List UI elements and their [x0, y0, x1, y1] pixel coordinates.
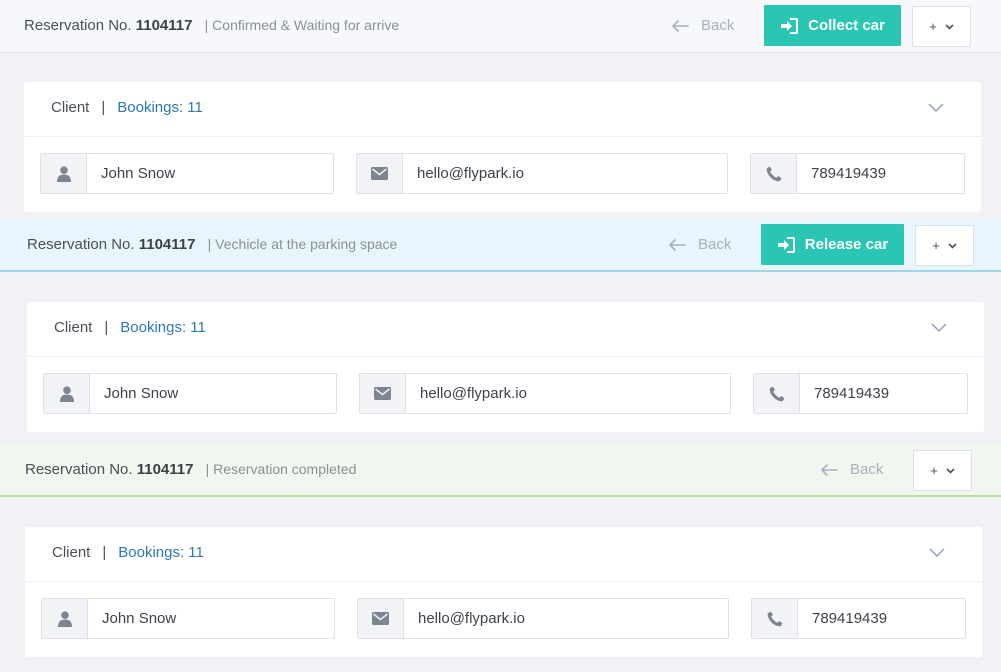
back-label: Back — [698, 236, 732, 253]
user-icon — [41, 154, 87, 193]
back-link[interactable]: Back — [821, 461, 883, 478]
client-card-header: Client | Bookings: 11 — [27, 302, 984, 357]
client-card: Client | Bookings: 11 John Snow hello@flyp… — [24, 82, 981, 212]
sign-in-icon — [777, 236, 795, 253]
plus-label: + — [930, 463, 938, 478]
back-label: Back — [701, 17, 735, 34]
client-heading: Client | Bookings: 11 — [52, 544, 204, 561]
bookings-link[interactable]: Bookings: 11 — [120, 319, 206, 336]
reservation-label: Reservation No. — [24, 17, 132, 34]
user-icon — [44, 374, 90, 413]
client-name: John Snow — [104, 385, 179, 402]
phone-icon — [752, 599, 798, 638]
reservation-status: | Reservation completed — [205, 461, 357, 477]
client-phone: 789419439 — [814, 385, 890, 402]
more-options-button[interactable]: + — [913, 450, 972, 491]
email-field[interactable]: hello@flypark.io — [357, 598, 729, 639]
reservation-header: Reservation No. 1104117 | Confirmed & Wa… — [0, 0, 1001, 53]
reservation-label: Reservation No. — [27, 236, 135, 253]
reservation-title: Reservation No. 1104117 | Reservation co… — [25, 461, 356, 478]
separator: | — [104, 319, 109, 336]
chevron-down-icon[interactable] — [928, 103, 944, 113]
release-car-button[interactable]: Release car — [761, 224, 904, 265]
client-email: hello@flypark.io — [417, 165, 524, 182]
reservation-number: 1104117 — [138, 236, 196, 253]
email-field[interactable]: hello@flypark.io — [356, 153, 728, 194]
phone-field[interactable]: 789419439 — [750, 153, 965, 194]
reservation-title: Reservation No. 1104117 | Confirmed & Wa… — [24, 17, 399, 34]
phone-icon — [754, 374, 800, 413]
arrow-left-icon — [821, 463, 838, 476]
client-email: hello@flypark.io — [418, 610, 525, 627]
envelope-icon — [357, 154, 403, 193]
sign-in-icon — [781, 17, 799, 34]
reservation-number: 1104117 — [136, 461, 194, 478]
client-card-header: Client | Bookings: 11 — [25, 527, 982, 582]
envelope-icon — [360, 374, 406, 413]
bookings-link[interactable]: Bookings: 11 — [118, 544, 204, 561]
phone-field[interactable]: 789419439 — [753, 373, 968, 414]
chevron-down-icon — [946, 467, 955, 474]
plus-label: + — [929, 19, 937, 34]
client-card-header: Client | Bookings: 11 — [24, 82, 981, 137]
client-name-field[interactable]: John Snow — [43, 373, 337, 414]
email-field[interactable]: hello@flypark.io — [359, 373, 731, 414]
chevron-down-icon — [948, 242, 957, 249]
reservation-header: Reservation No. 1104117 | Reservation co… — [0, 444, 1001, 497]
client-email: hello@flypark.io — [420, 385, 527, 402]
back-link[interactable]: Back — [669, 236, 731, 253]
back-label: Back — [850, 461, 884, 478]
arrow-left-icon — [669, 238, 686, 251]
arrow-left-icon — [672, 19, 689, 32]
client-phone: 789419439 — [812, 610, 888, 627]
client-label: Client — [54, 319, 93, 336]
client-phone: 789419439 — [811, 165, 887, 182]
client-card: Client | Bookings: 11 John Snow hello@flyp… — [27, 302, 984, 432]
separator: | — [102, 544, 107, 561]
bookings-link[interactable]: Bookings: 11 — [117, 99, 203, 116]
client-card: Client | Bookings: 11 John Snow hello@flyp… — [25, 527, 982, 657]
client-name: John Snow — [101, 165, 176, 182]
client-heading: Client | Bookings: 11 — [54, 319, 206, 336]
client-heading: Client | Bookings: 11 — [51, 99, 203, 116]
reservation-status: | Confirmed & Waiting for arrive — [204, 17, 400, 33]
chevron-down-icon[interactable] — [929, 548, 945, 558]
envelope-icon — [358, 599, 404, 638]
client-name-field[interactable]: John Snow — [40, 153, 334, 194]
reservation-number: 1104117 — [135, 17, 193, 34]
user-icon — [42, 599, 88, 638]
back-link[interactable]: Back — [672, 17, 734, 34]
more-options-button[interactable]: + — [912, 6, 971, 47]
more-options-button[interactable]: + — [915, 225, 974, 266]
phone-icon — [751, 154, 797, 193]
reservation-header: Reservation No. 1104117 | Vechicle at th… — [0, 219, 1001, 272]
chevron-down-icon[interactable] — [931, 323, 947, 333]
plus-label: + — [932, 238, 940, 253]
reservation-title: Reservation No. 1104117 | Vechicle at th… — [27, 236, 397, 253]
reservation-status: | Vechicle at the parking space — [207, 236, 398, 252]
client-label: Client — [52, 544, 91, 561]
collect-car-label: Collect car — [808, 17, 885, 34]
collect-car-button[interactable]: Collect car — [764, 5, 901, 46]
client-name-field[interactable]: John Snow — [41, 598, 335, 639]
client-label: Client — [51, 99, 90, 116]
separator: | — [101, 99, 106, 116]
reservation-label: Reservation No. — [25, 461, 133, 478]
phone-field[interactable]: 789419439 — [751, 598, 966, 639]
release-car-label: Release car — [804, 236, 889, 253]
chevron-down-icon — [945, 23, 954, 30]
client-name: John Snow — [102, 610, 177, 627]
